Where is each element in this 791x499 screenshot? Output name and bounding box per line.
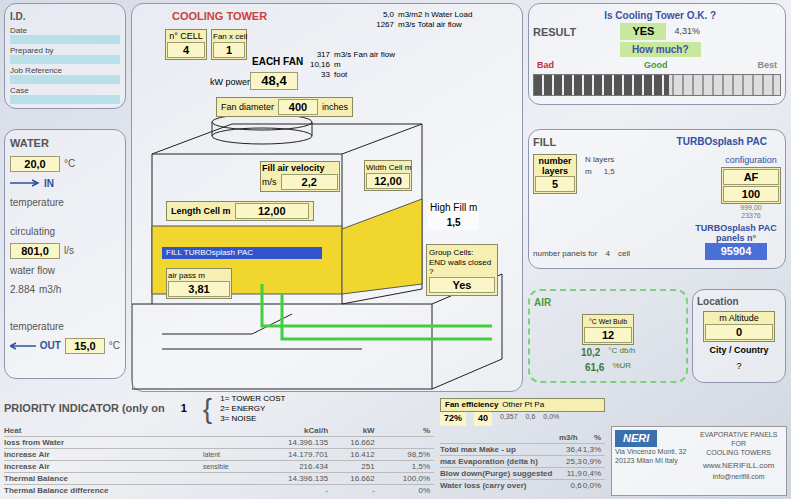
wet-bulb-value[interactable]: 12 xyxy=(584,327,632,343)
water-flow[interactable]: 801,0 xyxy=(10,243,60,259)
water-table: m3/h%Total max Make - up36,41,3%max Evap… xyxy=(440,432,605,491)
fans-per-cell-box: Fan x cell1 xyxy=(211,29,247,60)
left-column: I.D. Date Prepared by Job Reference Case WATE… xyxy=(4,3,126,392)
altitude-box: m Altitude0 xyxy=(703,311,775,342)
fill-air-velocity-value[interactable]: 2,2 xyxy=(281,174,339,190)
fan-summary: 317m3/s Fan air flow10,16m33foot xyxy=(304,50,395,80)
id-field[interactable]: Case xyxy=(10,86,120,104)
kw-value[interactable]: 48,4 xyxy=(250,72,298,90)
fill-title: FILL xyxy=(533,134,556,151)
fan-efficiency-box: Fan efficiencyOther Pt Pa xyxy=(440,398,605,412)
gauge-fill xyxy=(534,75,669,95)
water-row: max Evaporation (delta h)25,30,9% xyxy=(440,456,605,468)
result-panel: RESULTIs Cooling Tower O.K. ?YES4,31%How… xyxy=(528,3,786,105)
fan-diameter-value[interactable]: 400 xyxy=(278,99,318,115)
company-box: NERIVia Vincenzo Monti, 3220123 Milan MI… xyxy=(611,426,787,496)
high-fill: High Fill m1,5 xyxy=(428,200,479,230)
heat-row: increase Airsensible216.4342511,5% xyxy=(4,461,434,473)
group-cells-box: Group Cells:END walls closed ?Yes xyxy=(426,244,498,296)
id-title: I.D. xyxy=(10,9,120,24)
layers-value[interactable]: 5 xyxy=(535,176,575,192)
id-field[interactable]: Prepared by xyxy=(10,46,120,64)
cells-value[interactable]: 4 xyxy=(167,42,205,58)
config-value[interactable]: AF xyxy=(723,169,779,185)
heat-row: Thermal Balance14.396.13516.662100,0% xyxy=(4,473,434,485)
priority-row: PRIORITY INDICATOR (only on1{1= TOWER CO… xyxy=(4,392,434,425)
config-number[interactable]: 100 xyxy=(723,186,779,202)
length-cell-value[interactable]: 12,00 xyxy=(235,203,309,219)
config-box: AF100 xyxy=(721,167,781,204)
width-cell-box: Width Cell m12,00 xyxy=(364,160,412,191)
id-field[interactable]: Date xyxy=(10,26,120,44)
top-area: I.D. Date Prepared by Job Reference Case WATE… xyxy=(0,0,791,392)
panels-value: 95904 xyxy=(705,243,768,260)
result-title: RESULT xyxy=(533,24,576,41)
fans-per-cell-value[interactable]: 1 xyxy=(213,42,245,58)
water-title: WATER xyxy=(10,135,120,152)
arrow-out-icon xyxy=(10,342,36,350)
heat-row: loss from Water14.396.13516.662 xyxy=(4,437,434,449)
fan-diameter-box: Fan diameter400inches xyxy=(216,97,353,117)
width-cell-value[interactable]: 12,00 xyxy=(366,173,410,189)
tower-diagram: COOLING TOWER n° CELL4Fan x cell1 5,0m3/m2… xyxy=(131,3,523,392)
air-panel: AIR°C Wet Bulb1210,2°C db/h61,6%UR xyxy=(528,289,688,383)
water-row: Blow down(Purge) suggested11,90,4% xyxy=(440,468,605,480)
location-panel: Locationm Altitude0City / Country? xyxy=(692,289,786,383)
priority-option: 3= NOISE xyxy=(220,414,285,424)
water-out-temp[interactable]: 15,0 xyxy=(65,338,105,354)
result-answer: YES xyxy=(620,23,666,40)
right-column: RESULTIs Cooling Tower O.K. ?YES4,31%How… xyxy=(528,3,786,392)
wet-bulb-box: °C Wet Bulb12 xyxy=(582,314,634,345)
priority-option: 1= TOWER COST xyxy=(220,394,285,404)
air-reading: 10,2°C db/h xyxy=(581,345,635,360)
cells-box: n° CELL4 xyxy=(165,29,207,60)
tower-title: COOLING TOWER xyxy=(172,8,267,25)
how-much: How much? xyxy=(620,42,701,57)
id-field[interactable]: Job Reference xyxy=(10,66,120,84)
water-panel: WATER20,0°CINtemperaturecirculating801,0… xyxy=(4,129,126,379)
heat-row: Thermal Balance difference--0% xyxy=(4,485,434,497)
each-fan-title: EACH FAN xyxy=(252,54,303,69)
layers-box: number layers5 xyxy=(533,154,577,194)
fill-panel: FILLTURBOsplash PACnumber layers5N layer… xyxy=(528,129,786,269)
water-in-temp[interactable]: 20,0 xyxy=(10,156,60,172)
air-pass-box: air pass m3,81 xyxy=(166,268,232,299)
bottom-area: PRIORITY INDICATOR (only on1{1= TOWER CO… xyxy=(0,392,791,499)
fill-air-velocity-box: Fill air velocitym/s2,2 xyxy=(260,161,340,192)
group-cells-value[interactable]: Yes xyxy=(429,277,495,293)
company-logo: NERI xyxy=(615,430,657,447)
kw-label: kW power xyxy=(210,76,250,90)
length-cell-box: Length Cell m12,00 xyxy=(166,201,314,221)
tower-summary: 5,0m3/m2 h Water Load1267m3/s Total air … xyxy=(372,10,472,30)
priority-value[interactable]: 1 xyxy=(173,400,195,417)
water-row: Total max Make - up36,41,3% xyxy=(440,444,605,456)
result-gauge xyxy=(533,74,781,96)
heat-table: HeatkCal/hkW%loss from Water14.396.13516… xyxy=(4,425,434,496)
water-row: Water loss (carry over)0,60,0% xyxy=(440,480,605,492)
cooling-tower-app: I.D. Date Prepared by Job Reference Case WATE… xyxy=(0,0,791,499)
heat-row: increase Airlatent14.179.70116.41298,5% xyxy=(4,449,434,461)
id-panel: I.D. Date Prepared by Job Reference Case xyxy=(4,3,126,109)
air-reading: 61,6%UR xyxy=(585,360,631,375)
fill-name: FILL TURBOsplash PAC xyxy=(162,247,322,259)
air-pass-value[interactable]: 3,81 xyxy=(168,281,230,297)
priority-option: 2= ENERGY xyxy=(220,404,285,414)
arrow-in-icon xyxy=(10,179,40,187)
altitude-value[interactable]: 0 xyxy=(705,324,773,340)
